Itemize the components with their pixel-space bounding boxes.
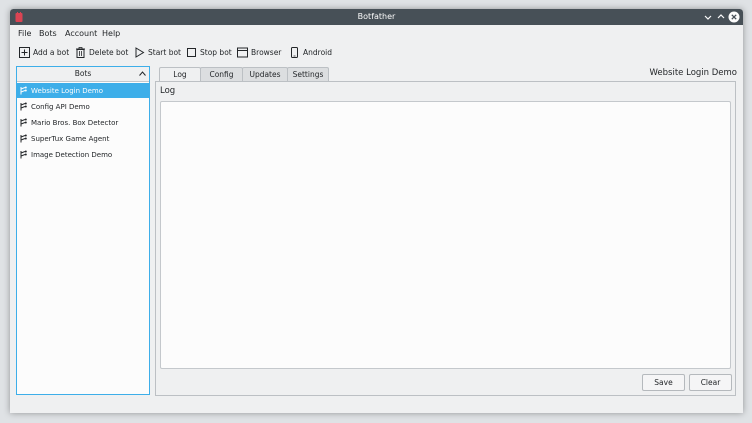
chevron-up-icon[interactable] — [139, 71, 146, 76]
bot-list-item-label: Website Login Demo — [31, 86, 104, 95]
delete-bot-button[interactable]: Delete bot — [75, 44, 128, 60]
browser-icon — [237, 47, 248, 57]
close-icon[interactable] — [728, 11, 740, 23]
minimize-icon[interactable] — [702, 11, 714, 23]
play-icon — [135, 46, 145, 58]
android-label: Android — [303, 47, 332, 57]
add-bot-button[interactable]: Add a bot — [19, 44, 69, 60]
android-button[interactable]: Android — [289, 44, 332, 60]
bots-panel-header[interactable]: Bots — [17, 67, 149, 82]
bot-list-item[interactable]: Website Login Demo — [17, 83, 149, 98]
bot-list-item-label: SuperTux Game Agent — [31, 134, 110, 143]
save-button[interactable]: Save — [642, 374, 685, 391]
maximize-icon[interactable] — [715, 11, 727, 23]
clear-button[interactable]: Clear — [689, 374, 732, 391]
log-output[interactable] — [160, 101, 731, 369]
title-bar[interactable]: Botfather — [10, 9, 743, 25]
stop-bot-label: Stop bot — [200, 47, 232, 57]
bot-list-item[interactable]: Image Detection Demo — [17, 147, 149, 162]
browser-button[interactable]: Browser — [237, 44, 281, 60]
window-title: Botfather — [357, 12, 396, 21]
menu-account[interactable]: Account — [65, 28, 97, 39]
tab-settings[interactable]: Settings — [287, 67, 329, 81]
bot-list-item[interactable]: Mario Bros. Box Detector — [17, 115, 149, 130]
tab-updates[interactable]: Updates — [242, 67, 288, 81]
bot-icon — [20, 86, 27, 95]
bots-panel: Bots Website Login Demo Config API Demo Ma… — [16, 66, 150, 395]
toolbar: Add a bot Delete bot Start bot Stop bot — [10, 43, 743, 61]
bot-icon — [20, 118, 27, 127]
log-tab-pane: Log Save Clear — [155, 81, 736, 396]
menu-file[interactable]: File — [18, 28, 31, 39]
start-bot-label: Start bot — [148, 47, 181, 57]
delete-bot-label: Delete bot — [89, 47, 129, 57]
trash-icon — [76, 46, 85, 58]
stop-bot-button[interactable]: Stop bot — [186, 44, 232, 60]
bot-icon — [20, 134, 27, 143]
browser-label: Browser — [251, 47, 282, 57]
bot-list-item[interactable]: SuperTux Game Agent — [17, 131, 149, 146]
bot-icon — [20, 102, 27, 111]
start-bot-button[interactable]: Start bot — [134, 44, 181, 60]
tab-config[interactable]: Config — [200, 67, 243, 81]
menu-bar: File Bots Account Help — [10, 25, 743, 42]
bot-list-item-label: Config API Demo — [31, 102, 90, 111]
bot-icon — [20, 150, 27, 159]
stop-icon — [187, 47, 196, 57]
add-bot-label: Add a bot — [33, 47, 70, 57]
phone-icon — [291, 46, 298, 58]
bot-list-item-label: Mario Bros. Box Detector — [31, 118, 119, 127]
log-label: Log — [160, 86, 176, 96]
bots-header-label: Bots — [74, 69, 92, 78]
add-icon — [19, 46, 30, 58]
selected-bot-title: Website Login Demo — [649, 68, 737, 78]
menu-bots[interactable]: Bots — [39, 28, 57, 39]
tab-log[interactable]: Log — [159, 67, 201, 82]
bot-list-item-label: Image Detection Demo — [31, 150, 113, 159]
app-window: Botfather File Bots Account Help Add a b… — [10, 9, 743, 413]
bot-list-item[interactable]: Config API Demo — [17, 99, 149, 114]
menu-help[interactable]: Help — [102, 28, 120, 39]
